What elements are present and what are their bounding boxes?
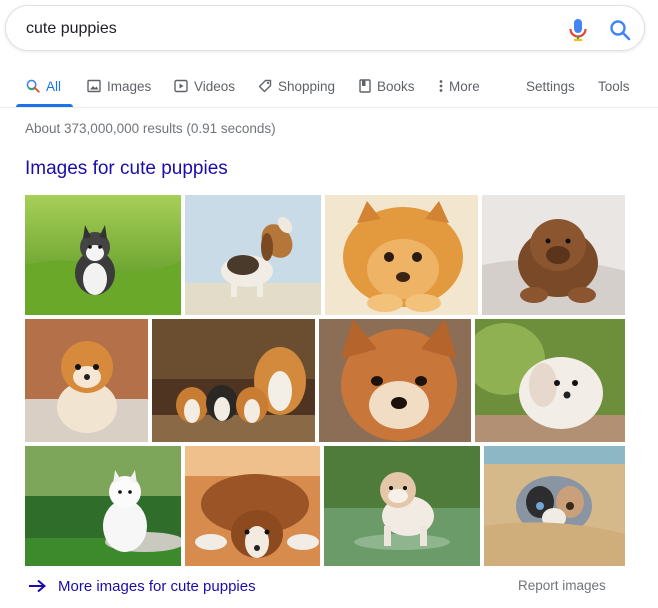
image-thumbnail-maltese[interactable] xyxy=(475,319,625,442)
pomeranian-lying-image xyxy=(325,195,478,315)
image-thumbnail-samoyed[interactable] xyxy=(25,446,181,566)
tab-tools[interactable]: Tools xyxy=(598,76,630,96)
tab-label: Shopping xyxy=(278,78,336,94)
tab-shopping[interactable]: Shopping xyxy=(258,76,335,96)
image-thumbnail-beagle[interactable] xyxy=(185,195,321,315)
tab-label: Videos xyxy=(194,78,236,94)
more-vert-icon xyxy=(439,80,443,92)
samoyed-puppy-image xyxy=(25,446,181,566)
image-thumbnail-husky[interactable] xyxy=(25,195,181,315)
video-icon xyxy=(174,79,188,93)
image-thumbnail-chowchow[interactable] xyxy=(482,195,625,315)
australian-shepherd-puppy-image xyxy=(484,446,625,566)
bulldog-puppy-image xyxy=(324,446,480,566)
tab-label: Books xyxy=(377,78,415,94)
microphone-icon[interactable] xyxy=(567,18,589,42)
puppy-on-floor-image xyxy=(185,446,320,566)
tab-more[interactable]: More xyxy=(439,76,480,96)
active-tab-indicator xyxy=(16,104,73,107)
search-input[interactable] xyxy=(26,19,526,39)
search-tabs: All Images Videos Shopping Books More Se… xyxy=(0,68,658,108)
tab-images[interactable]: Images xyxy=(87,76,151,96)
tab-books[interactable]: Books xyxy=(359,76,415,96)
tab-settings[interactable]: Settings xyxy=(526,76,575,96)
shiba-puppy-image xyxy=(319,319,471,442)
search-icon[interactable] xyxy=(609,19,631,41)
tab-videos[interactable]: Videos xyxy=(174,76,235,96)
maltese-puppy-image xyxy=(475,319,625,442)
tab-label: Images xyxy=(107,78,152,94)
arrow-right-icon xyxy=(29,579,46,593)
image-thumbnail-aussie[interactable] xyxy=(484,446,625,566)
images-heading-link[interactable]: Images for cute puppies xyxy=(25,158,228,180)
pomeranian-boo-image xyxy=(25,319,148,442)
tab-all[interactable]: All xyxy=(26,76,61,96)
image-thumbnail-puppy-floor[interactable] xyxy=(185,446,320,566)
image-thumbnail-bulldog[interactable] xyxy=(324,446,480,566)
more-images-label: More images for cute puppies xyxy=(58,577,256,595)
image-thumbnail-corgis[interactable] xyxy=(152,319,315,442)
tag-icon xyxy=(258,79,272,93)
image-thumbnail-boo[interactable] xyxy=(25,319,148,442)
tab-label: Settings xyxy=(526,78,575,94)
corgi-puppies-image xyxy=(152,319,315,442)
search-box[interactable] xyxy=(5,5,645,51)
beagle-puppy-image xyxy=(185,195,321,315)
search-icon xyxy=(26,79,40,93)
tab-label: Tools xyxy=(598,78,630,94)
tab-label: More xyxy=(449,78,480,94)
more-images-link[interactable]: More images for cute puppies xyxy=(28,575,256,597)
result-stats: About 373,000,000 results (0.91 seconds) xyxy=(25,121,276,136)
image-icon xyxy=(87,79,101,93)
husky-puppy-image xyxy=(25,195,181,315)
tab-label: All xyxy=(46,78,62,94)
image-thumbnail-shiba[interactable] xyxy=(319,319,471,442)
chowchow-puppy-image xyxy=(482,195,625,315)
book-icon xyxy=(359,79,371,93)
image-thumbnail-pomeranian[interactable] xyxy=(325,195,478,315)
report-images-link[interactable]: Report images xyxy=(518,578,606,593)
